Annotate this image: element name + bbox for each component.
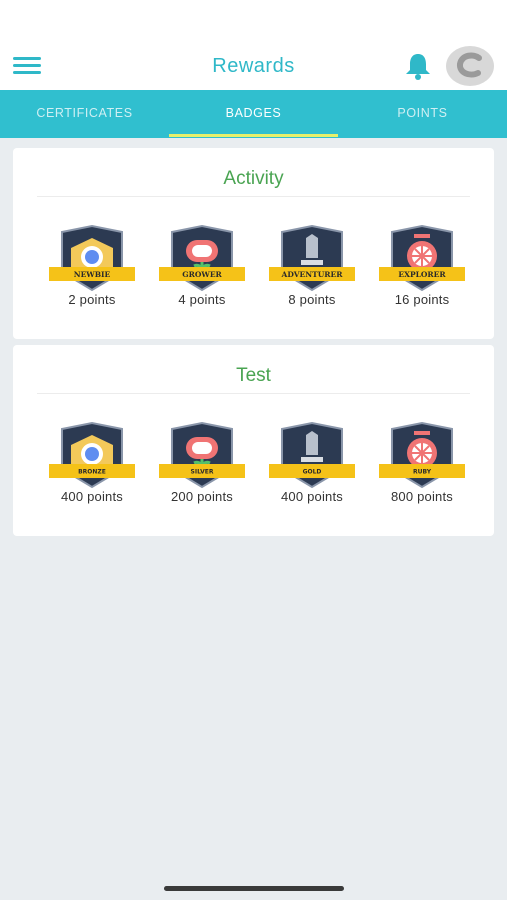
badge-points: 2 points bbox=[68, 292, 116, 307]
badge-adventurer[interactable]: ADVENTURER 8 points bbox=[264, 224, 360, 314]
svg-text:ADVENTURER: ADVENTURER bbox=[281, 270, 344, 279]
svg-text:BRONZE: BRONZE bbox=[78, 469, 106, 476]
badge-points: 400 points bbox=[61, 489, 123, 504]
flower-icon: SILVER bbox=[159, 421, 245, 489]
badge-points: 200 points bbox=[171, 489, 233, 504]
svg-text:GROWER: GROWER bbox=[182, 270, 222, 279]
tab-certificates[interactable]: CERTIFICATES bbox=[0, 90, 169, 138]
ship-wheel-icon: EXPLORER bbox=[379, 224, 465, 292]
avatar[interactable] bbox=[446, 46, 494, 86]
svg-text:EXPLORER: EXPLORER bbox=[398, 270, 446, 279]
svg-text:NEWBIE: NEWBIE bbox=[74, 270, 111, 279]
tab-badges[interactable]: BADGES bbox=[169, 90, 338, 138]
badge-grower[interactable]: GROWER 4 points bbox=[154, 224, 250, 314]
tab-bar: CERTIFICATES BADGES POINTS bbox=[0, 90, 507, 138]
svg-text:GOLD: GOLD bbox=[303, 469, 322, 476]
test-section: Test BRONZE 400 points SILVER 200 points bbox=[13, 345, 494, 536]
badge-silver[interactable]: SILVER 200 points bbox=[154, 421, 250, 511]
section-title: Activity bbox=[37, 168, 470, 197]
activity-section: Activity NEWBIE 2 points GROWER 4 points bbox=[13, 148, 494, 339]
sword-icon: ADVENTURER bbox=[269, 224, 355, 292]
badge-bronze[interactable]: BRONZE 400 points bbox=[44, 421, 140, 511]
gear-icon: NEWBIE bbox=[49, 224, 135, 292]
gear-icon: BRONZE bbox=[49, 421, 135, 489]
ship-wheel-icon: RUBY bbox=[379, 421, 465, 489]
home-indicator[interactable] bbox=[164, 886, 344, 891]
section-title: Test bbox=[37, 365, 470, 394]
badge-points: 8 points bbox=[288, 292, 336, 307]
badge-explorer[interactable]: EXPLORER 16 points bbox=[374, 224, 470, 314]
badge-gold[interactable]: GOLD 400 points bbox=[264, 421, 360, 511]
badge-points: 800 points bbox=[391, 489, 453, 504]
badge-points: 16 points bbox=[394, 292, 450, 307]
tab-points[interactable]: POINTS bbox=[338, 90, 507, 138]
flower-icon: GROWER bbox=[159, 224, 245, 292]
badge-points: 4 points bbox=[178, 292, 226, 307]
bell-icon[interactable] bbox=[402, 52, 434, 80]
badge-points: 400 points bbox=[281, 489, 343, 504]
app-header: Rewards bbox=[0, 0, 507, 90]
svg-text:RUBY: RUBY bbox=[413, 469, 432, 476]
badge-newbie[interactable]: NEWBIE 2 points bbox=[44, 224, 140, 314]
sword-icon: GOLD bbox=[269, 421, 355, 489]
svg-text:SILVER: SILVER bbox=[191, 469, 214, 476]
badge-ruby[interactable]: RUBY 800 points bbox=[374, 421, 470, 511]
